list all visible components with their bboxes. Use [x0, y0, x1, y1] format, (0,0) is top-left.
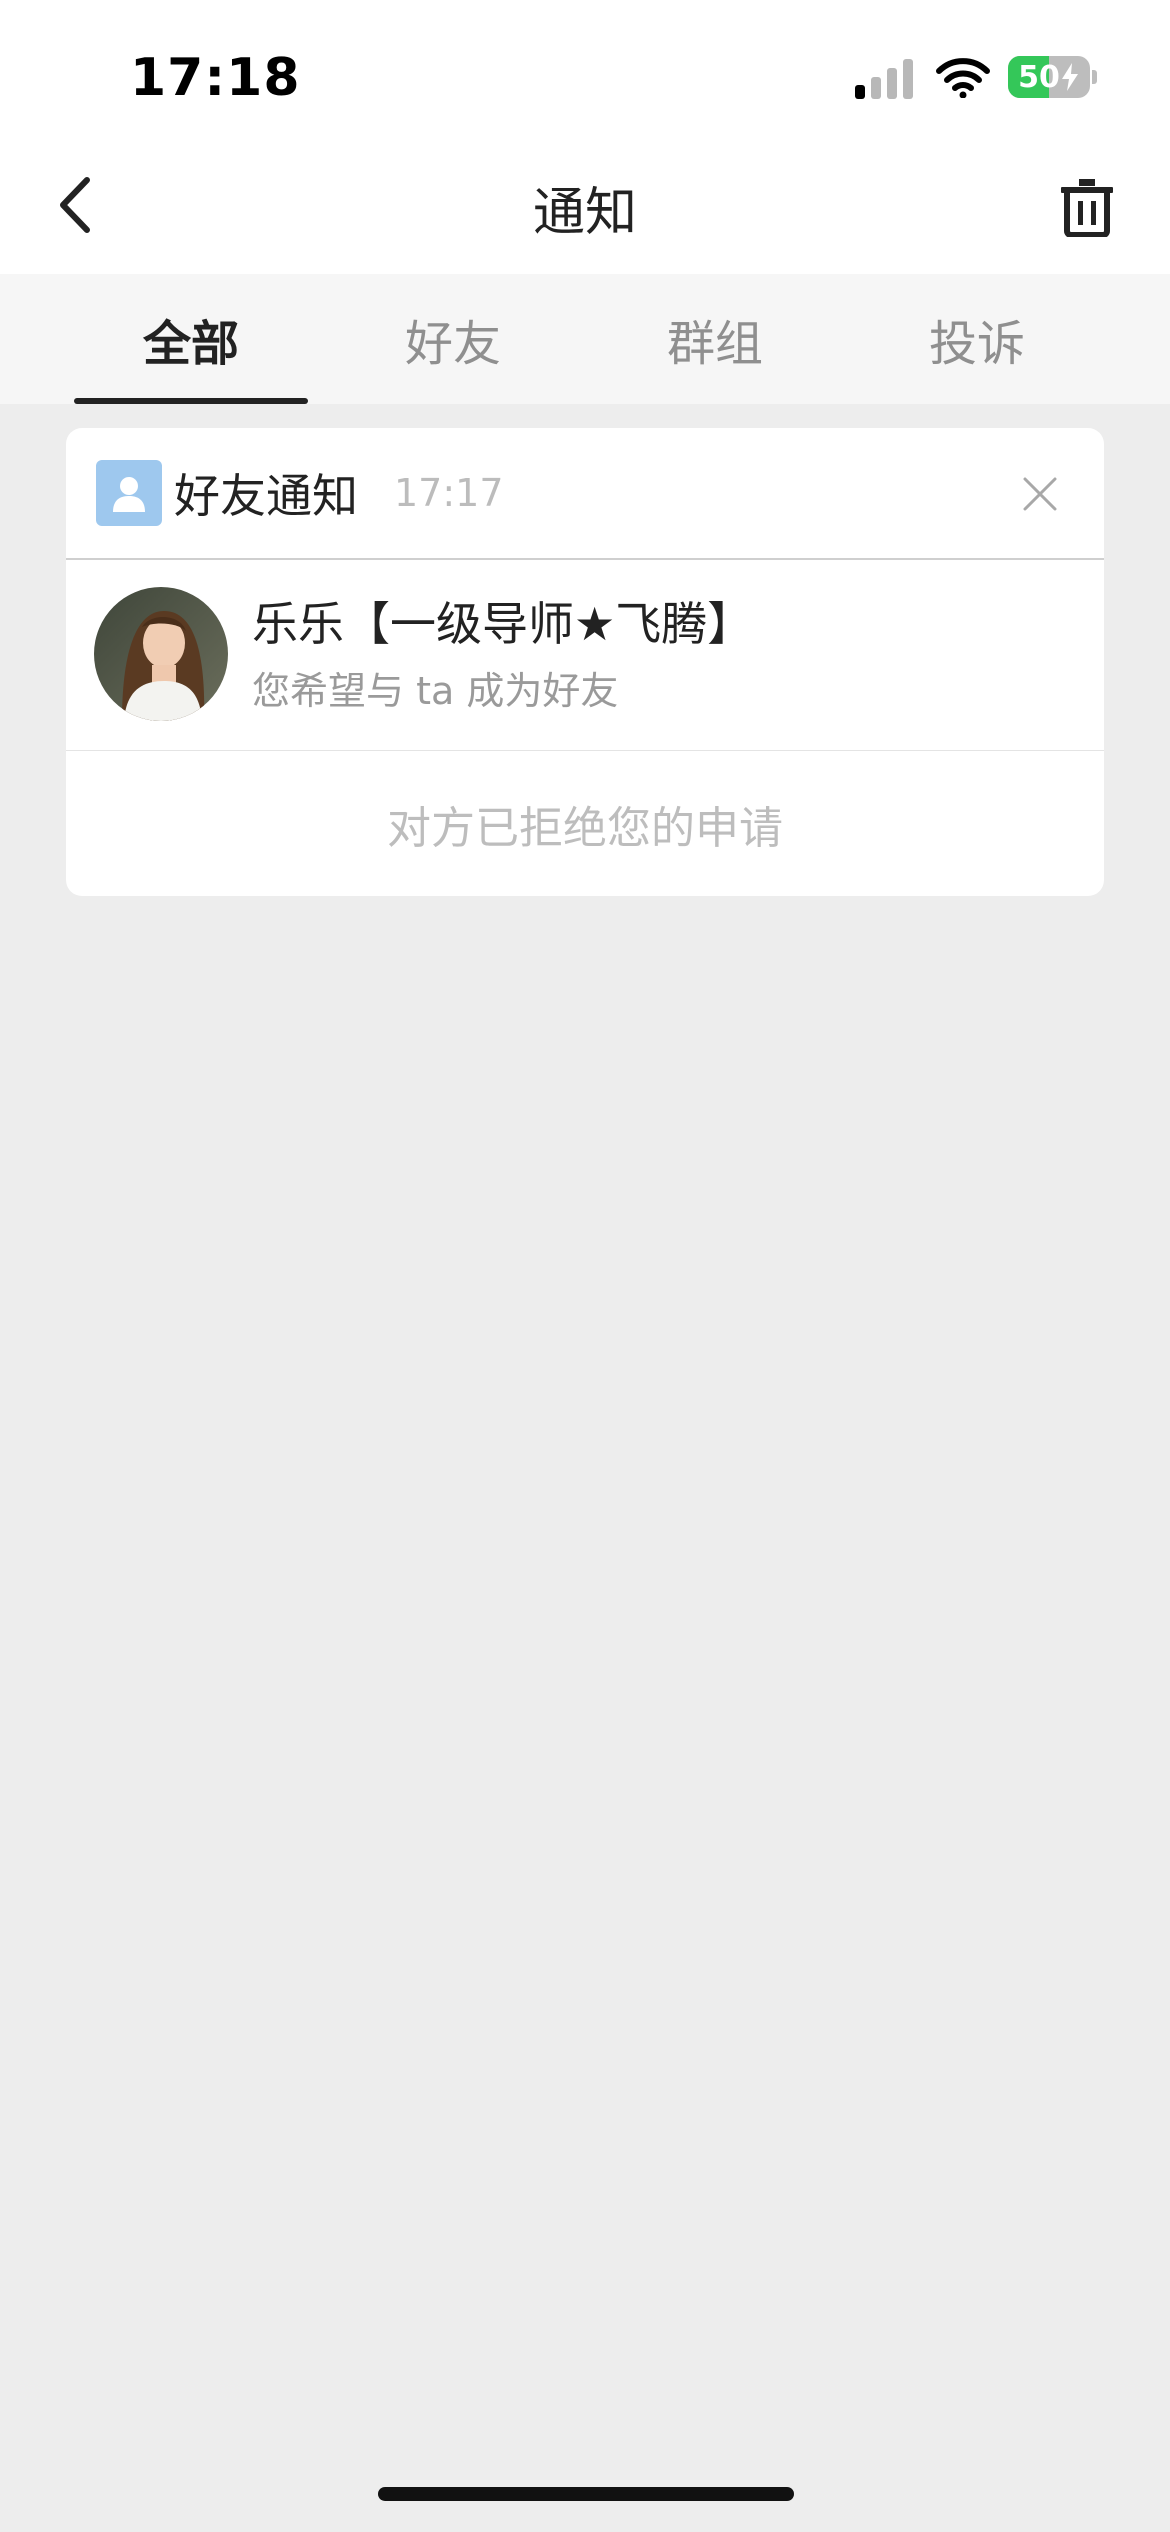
- bolt-icon: [1061, 63, 1078, 91]
- battery-level: 50: [1018, 59, 1060, 95]
- tab-friends[interactable]: 好友: [322, 274, 584, 404]
- notification-card: 好友通知 17:17 乐乐【一级导师★飞腾】 您希望与 ta 成为好友 对方已拒…: [66, 428, 1104, 896]
- wifi-icon: [936, 58, 990, 98]
- nav-bar: 通知: [0, 140, 1170, 274]
- page-title: 通知: [532, 182, 637, 243]
- tab-bar: 全部 好友 群组 投诉: [0, 274, 1170, 404]
- battery-cap: [1092, 70, 1097, 84]
- notification-body[interactable]: 乐乐【一级导师★飞腾】 您希望与 ta 成为好友: [66, 560, 1104, 751]
- battery-charging-icon: 50: [1008, 56, 1090, 98]
- back-button[interactable]: [40, 170, 110, 240]
- close-icon: [1023, 477, 1057, 511]
- notification-header: 好友通知 17:17: [66, 428, 1104, 560]
- status-time: 17:18: [130, 48, 301, 108]
- chevron-left-icon: [60, 177, 90, 233]
- active-tab-indicator: [74, 398, 308, 404]
- tab-groups[interactable]: 群组: [584, 274, 846, 404]
- dismiss-button[interactable]: [1010, 464, 1070, 524]
- request-status: 对方已拒绝您的申请: [387, 802, 783, 854]
- request-message: 您希望与 ta 成为好友: [252, 669, 619, 713]
- person-icon: [96, 460, 162, 526]
- home-indicator[interactable]: [378, 2487, 794, 2501]
- notification-type-label: 好友通知: [174, 469, 358, 523]
- tab-all[interactable]: 全部: [60, 274, 322, 404]
- status-bar: 17:18 50: [0, 0, 1170, 140]
- avatar[interactable]: [94, 587, 228, 721]
- tab-complaints[interactable]: 投诉: [846, 274, 1108, 404]
- cellular-signal-icon: [855, 59, 913, 99]
- user-name: 乐乐【一级导师★飞腾】: [252, 597, 754, 651]
- notification-time: 17:17: [394, 471, 504, 515]
- delete-all-button[interactable]: [1052, 172, 1122, 242]
- trash-icon: [1061, 179, 1113, 237]
